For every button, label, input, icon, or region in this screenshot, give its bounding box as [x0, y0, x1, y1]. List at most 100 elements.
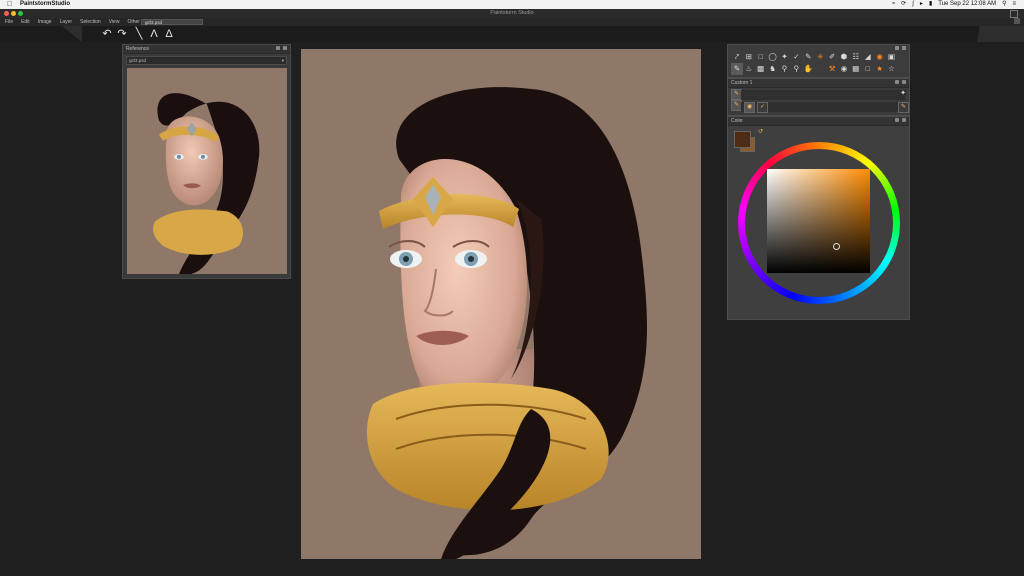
- battery-icon[interactable]: ▮: [929, 0, 932, 9]
- saturation-value-square[interactable]: [767, 169, 870, 273]
- window-title: Paintstorm Studio: [490, 10, 534, 16]
- blank-slot-3: [897, 63, 909, 75]
- apple-icon[interactable]: : [7, 0, 12, 9]
- grid-tool-icon[interactable]: ▦: [850, 63, 862, 75]
- magic-wand-tool-icon[interactable]: ✦: [779, 51, 791, 63]
- reference-panel: Reference girl3.psd ▾: [122, 44, 291, 279]
- menu-file[interactable]: File: [5, 18, 13, 26]
- brush-strip[interactable]: [741, 90, 906, 100]
- pen-tool-icon[interactable]: ✎: [802, 51, 814, 63]
- menu-edit[interactable]: Edit: [21, 18, 30, 26]
- window-control-button[interactable]: [1014, 18, 1020, 24]
- volume-icon[interactable]: ▸: [920, 0, 923, 9]
- app-menu-bar: File Edit Image Layer Selection View Oth…: [0, 18, 1024, 26]
- blank-slot-2: [814, 63, 826, 75]
- fullscreen-icon[interactable]: [1010, 10, 1018, 18]
- gradient-tool-icon[interactable]: ◢: [862, 51, 874, 63]
- menu-selection[interactable]: Selection: [80, 18, 101, 26]
- zoom-tool-icon[interactable]: ⚲: [790, 63, 802, 75]
- star-tool-icon[interactable]: ☆: [886, 63, 898, 75]
- blank-slot: [897, 51, 909, 63]
- color-panel-settings-icon[interactable]: [895, 118, 899, 122]
- brush-slot-eraser-icon[interactable]: ◉: [744, 102, 755, 113]
- reference-file-value: girl3.psd: [129, 58, 147, 63]
- tool-palette: ⤤ ⊞ □ ◯ ✦ ✓ ✎ ✳ ✐ ⬢ ☷ ◢ ◉ ▣ ✎ ♨ ▩ ♞ ⚲ ⚲ …: [727, 44, 910, 78]
- custom-panel-close-icon[interactable]: [902, 80, 906, 84]
- brush-tool-icon[interactable]: ✐: [826, 51, 838, 63]
- add-brush-icon[interactable]: ✦: [900, 89, 906, 97]
- time-machine-icon[interactable]: ⟳: [901, 0, 906, 9]
- undo-icon[interactable]: ↶: [101, 28, 113, 40]
- system-menu-bar:  PaintstormStudio ≈ ⟳ ∫ ▸ ▮ Tue Sep 22 …: [0, 0, 1024, 9]
- cube-tool-icon[interactable]: ⬢: [838, 51, 850, 63]
- wifi-icon[interactable]: ≈: [892, 0, 895, 9]
- menu-layer[interactable]: Layer: [60, 18, 73, 26]
- menu-other[interactable]: Other: [127, 18, 140, 26]
- eyedropper-tool-icon[interactable]: ✓: [790, 51, 802, 63]
- close-window-button[interactable]: [4, 11, 9, 16]
- pen-icon[interactable]: Δ: [163, 28, 175, 40]
- list-icon[interactable]: ≡: [1012, 0, 1016, 9]
- speech-tool-icon[interactable]: □: [862, 63, 874, 75]
- brush-settings-icon[interactable]: ✎: [898, 102, 909, 113]
- tool-grid: ⤤ ⊞ □ ◯ ✦ ✓ ✎ ✳ ✐ ⬢ ☷ ◢ ◉ ▣ ✎ ♨ ▩ ♞ ⚲ ⚲ …: [731, 51, 909, 75]
- bluetooth-icon[interactable]: ∫: [912, 0, 914, 9]
- fill-tool-icon[interactable]: ♨: [743, 63, 755, 75]
- document-tab[interactable]: girl3.psd: [141, 19, 203, 25]
- panel-settings-icon[interactable]: [276, 46, 280, 50]
- image-tool-icon[interactable]: ▣: [886, 51, 898, 63]
- foreground-color-swatch[interactable]: [734, 131, 751, 148]
- reference-image[interactable]: [127, 68, 287, 274]
- zoom-window-button[interactable]: [18, 11, 23, 16]
- redo-icon[interactable]: ↷: [116, 28, 128, 40]
- reference-file-select[interactable]: girl3.psd ▾: [126, 56, 287, 65]
- reference-portrait: [127, 68, 287, 274]
- mesh-tool-icon[interactable]: ☷: [850, 51, 862, 63]
- eye-tool-icon[interactable]: ◉: [838, 63, 850, 75]
- app-name-menu[interactable]: PaintstormStudio: [20, 0, 70, 9]
- stamp-tool-icon[interactable]: ◉: [874, 51, 886, 63]
- search-icon[interactable]: ⚲: [1002, 0, 1006, 9]
- color-panel-title: Color: [731, 118, 743, 124]
- clock[interactable]: Tue Sep 22 12:08 AM: [938, 0, 996, 9]
- portrait-painting: [301, 49, 701, 559]
- palette-close-icon[interactable]: [902, 46, 906, 50]
- select-rect-tool-icon[interactable]: □: [755, 51, 767, 63]
- color-panel-header[interactable]: Color: [728, 117, 909, 126]
- hand-tool-icon[interactable]: ✋: [802, 63, 814, 75]
- symmetry-icon[interactable]: Λ: [148, 28, 160, 40]
- custom-brush-panel: Custom 1 ✎ ✎ ◉ ✓ ✦ ✎: [727, 78, 910, 116]
- document-tab-label: girl3.psd: [145, 20, 163, 25]
- smudge-tool-icon[interactable]: ▩: [755, 63, 767, 75]
- swap-colors-icon[interactable]: ↺: [758, 128, 763, 135]
- menu-image[interactable]: Image: [38, 18, 52, 26]
- menu-view[interactable]: View: [109, 18, 120, 26]
- paint-bucket-tool-icon[interactable]: ♞: [767, 63, 779, 75]
- custom-panel-title: Custom 1: [731, 80, 753, 86]
- reference-panel-header[interactable]: Reference: [123, 45, 290, 54]
- dodge-tool-icon[interactable]: ⚲: [779, 63, 791, 75]
- custom-panel-settings-icon[interactable]: [895, 80, 899, 84]
- brush-slot-smudge-icon[interactable]: ✓: [757, 102, 768, 113]
- color-picker-cursor[interactable]: [833, 243, 840, 250]
- toolbar-decoration-right: [964, 26, 1024, 42]
- eraser-tool-icon[interactable]: ✎: [731, 63, 743, 75]
- custom-panel-header[interactable]: Custom 1: [728, 79, 909, 88]
- brush-icon[interactable]: ╲: [133, 28, 145, 40]
- traffic-lights: [4, 11, 23, 16]
- hammer-tool-icon[interactable]: ⚒: [826, 63, 838, 75]
- minimize-window-button[interactable]: [11, 11, 16, 16]
- status-area: ≈ ⟳ ∫ ▸ ▮ Tue Sep 22 12:08 AM ⚲ ≡: [892, 0, 1016, 9]
- color-panel: Color ↺: [727, 116, 910, 320]
- drawing-canvas[interactable]: [301, 49, 701, 559]
- star-orange-tool-icon[interactable]: ★: [874, 63, 886, 75]
- lasso-tool-icon[interactable]: ◯: [767, 51, 779, 63]
- panel-close-icon[interactable]: [283, 46, 287, 50]
- toolbar-decoration: [62, 26, 82, 42]
- crop-tool-icon[interactable]: ⊞: [743, 51, 755, 63]
- move-tool-icon[interactable]: ⤤: [731, 51, 743, 63]
- chevron-down-icon: ▾: [281, 58, 284, 63]
- wand-star-tool-icon[interactable]: ✳: [814, 51, 826, 63]
- palette-settings-icon[interactable]: [895, 46, 899, 50]
- color-panel-close-icon[interactable]: [902, 118, 906, 122]
